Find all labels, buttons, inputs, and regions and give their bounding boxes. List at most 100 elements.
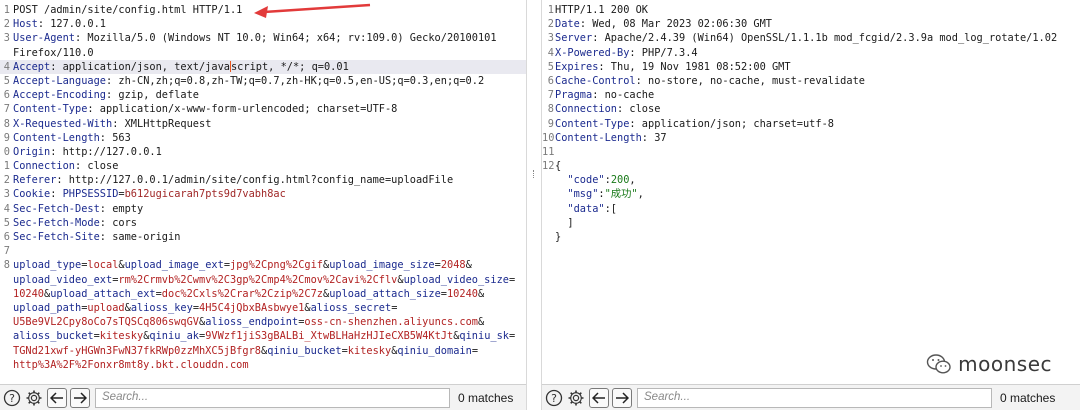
line-number: 12 — [542, 160, 555, 173]
editor-line[interactable]: 5 Expires: Thu, 19 Nov 1981 08:52:00 GMT — [542, 60, 1080, 74]
token: Firefox/110.0 — [13, 46, 94, 59]
token: U5Be9VL2Cpy8oCo7sTQSCq806swqGV — [13, 316, 199, 329]
editor-line[interactable]: 3 Cookie: PHPSESSID=b612ugicarah7pts9d7va… — [0, 187, 526, 201]
token: alioss_endpoint — [205, 316, 299, 329]
editor-line[interactable]: 9 Content-Type: application/json; charset… — [542, 117, 1080, 131]
help-icon[interactable]: ? — [2, 388, 22, 408]
token: Accept-Language — [13, 74, 106, 87]
line-text: Accept-Encoding: gzip, deflate — [13, 88, 199, 102]
next-match-button[interactable] — [612, 387, 632, 408]
previous-match-button[interactable] — [589, 387, 609, 408]
token: Host — [13, 18, 38, 31]
token: upload_video_ext — [13, 273, 113, 286]
editor-line[interactable]: 5 Accept-Language: zh-CN,zh;q=0.8,zh-TW;q… — [0, 74, 526, 88]
line-text: Host: 127.0.0.1 — [13, 17, 106, 31]
editor-line[interactable]: Firefox/110.0 — [0, 46, 526, 60]
token: Content-Type — [555, 117, 630, 130]
line-number: 4 — [547, 46, 554, 59]
response-search-input[interactable]: Search... — [637, 387, 992, 408]
token: script, */*; q=0.01 — [230, 60, 349, 73]
token: : Thu, 19 Nov 1981 08:52:00 GMT — [598, 60, 791, 73]
token: Origin — [13, 145, 51, 158]
editor-line[interactable]: 1 Connection: close — [0, 159, 526, 173]
line-text: { — [555, 159, 561, 173]
token: : Wed, 08 Mar 2023 02:06:30 GMT — [579, 18, 772, 31]
editor-line[interactable]: 3 User-Agent: Mozilla/5.0 (Windows NT 10.… — [0, 31, 526, 45]
next-match-button[interactable] — [70, 387, 90, 408]
editor-line[interactable]: http%3A%2F%2Fonxr8mt8y.bkt.clouddn.com — [0, 358, 526, 372]
line-text: Expires: Thu, 19 Nov 1981 08:52:00 GMT — [555, 60, 791, 74]
token: ] — [555, 216, 574, 229]
editor-line[interactable]: } — [542, 230, 1080, 244]
line-text: X-Requested-With: XMLHttpRequest — [13, 117, 211, 131]
settings-gear-icon[interactable] — [566, 388, 586, 408]
splitter-grip-icon[interactable] — [533, 170, 535, 178]
editor-line[interactable]: 6 Accept-Encoding: gzip, deflate — [0, 88, 526, 102]
token: 9VWzf1jiS3gBALBi_XtwBLHaHzHJIeCXB5W4KtJt — [205, 330, 454, 343]
token: Server — [555, 32, 593, 45]
editor-line[interactable]: 6 Sec-Fetch-Site: same-origin — [0, 230, 526, 244]
editor-line[interactable]: 3 Server: Apache/2.4.39 (Win64) OpenSSL/1… — [542, 31, 1080, 45]
editor-line[interactable]: 7 — [0, 244, 526, 258]
settings-gear-icon[interactable] — [24, 388, 44, 408]
editor-line[interactable]: "code":200, — [542, 173, 1080, 187]
token: Content-Length — [13, 131, 100, 144]
editor-line[interactable]: 10 Content-Length: 37 — [542, 131, 1080, 145]
token: Connection — [13, 160, 75, 173]
editor-line[interactable]: 11 — [542, 145, 1080, 159]
token: alioss_key — [130, 301, 193, 314]
editor-line[interactable]: 2 Date: Wed, 08 Mar 2023 02:06:30 GMT — [542, 17, 1080, 31]
request-lines: 1 POST /admin/site/config.html HTTP/1.1 2 H… — [0, 3, 526, 372]
editor-line[interactable]: 10240&upload_attach_ext=doc%2Cxls%2Crar%… — [0, 287, 526, 301]
editor-line[interactable]: 1 HTTP/1.1 200 OK — [542, 3, 1080, 17]
help-icon[interactable]: ? — [544, 388, 564, 408]
response-editor[interactable]: 1 HTTP/1.1 200 OK 2 Date: Wed, 08 Mar 2023 … — [542, 0, 1080, 384]
line-text: HTTP/1.1 200 OK — [555, 3, 648, 17]
editor-line[interactable]: 4 Sec-Fetch-Dest: empty — [0, 202, 526, 216]
editor-line[interactable]: 8 Connection: close — [542, 102, 1080, 116]
request-search-input[interactable]: Search... — [95, 387, 450, 408]
token: qiniu_ak — [149, 330, 200, 343]
token: upload_image_size — [329, 259, 435, 272]
line-number: 2 — [547, 18, 554, 31]
editor-line[interactable]: 6 Cache-Control: no-store, no-cache, must… — [542, 74, 1080, 88]
editor-line[interactable]: 7 Pragma: no-cache — [542, 88, 1080, 102]
editor-line[interactable]: 0 Origin: http://127.0.0.1 — [0, 145, 526, 159]
token: upload_attach_size — [329, 287, 441, 300]
line-text: Content-Type: application/x-www-form-url… — [13, 102, 397, 116]
editor-line[interactable]: 8 X-Requested-With: XMLHttpRequest — [0, 117, 526, 131]
editor-line[interactable]: 12{ — [542, 159, 1080, 173]
token: kitesky — [347, 344, 392, 357]
token: X-Powered-By — [555, 46, 630, 59]
editor-line[interactable]: 4 Accept: application/json, text/javascri… — [0, 59, 526, 74]
editor-line[interactable]: alioss_bucket=kitesky&qiniu_ak=9VWzf1jiS… — [0, 329, 526, 343]
previous-match-button[interactable] — [47, 387, 67, 408]
pane-splitter[interactable] — [526, 0, 542, 410]
token: upload_type — [13, 259, 82, 272]
editor-line[interactable]: 5 Sec-Fetch-Mode: cors — [0, 216, 526, 230]
line-number: 3 — [3, 188, 10, 201]
token: Cache-Control — [555, 74, 636, 87]
editor-line[interactable]: TGNd21xwf-yHGWn3FwN37fkRWp0zzMhXC5jBfgr8… — [0, 344, 526, 358]
editor-line[interactable]: 8 upload_type=local&upload_image_ext=jpg%… — [0, 258, 526, 272]
line-text: Referer: http://127.0.0.1/admin/site/con… — [13, 173, 453, 187]
line-number: 6 — [547, 74, 554, 87]
line-text: upload_type=local&upload_image_ext=jpg%2… — [13, 258, 472, 272]
editor-line[interactable]: ] — [542, 216, 1080, 230]
editor-line[interactable]: "msg":"成功", — [542, 187, 1080, 201]
editor-line[interactable]: "data":[ — [542, 202, 1080, 216]
editor-line[interactable]: upload_path=upload&alioss_key=4H5C4jQbxB… — [0, 301, 526, 315]
editor-line[interactable]: 7 Content-Type: application/x-www-form-ur… — [0, 102, 526, 116]
editor-line[interactable]: 4 X-Powered-By: PHP/7.3.4 — [542, 46, 1080, 60]
line-text: Content-Length: 37 — [555, 131, 667, 145]
line-text: Sec-Fetch-Mode: cors — [13, 216, 137, 230]
token: , — [629, 174, 636, 187]
editor-line[interactable]: 2 Referer: http://127.0.0.1/admin/site/co… — [0, 173, 526, 187]
token: rm%2Crmvb%2Cwmv%2C3gp%2Cmp4%2Cmov%2Cavi%… — [118, 273, 398, 286]
editor-line[interactable]: upload_video_ext = rm%2Crmvb%2Cwmv%2C3gp%2… — [0, 273, 526, 287]
editor-line[interactable]: U5Be9VL2Cpy8oCo7sTQSCq806swqGV & alioss_en… — [0, 315, 526, 329]
token: X-Requested-With — [13, 117, 113, 130]
line-text: Accept: application/json, text/javascrip… — [13, 60, 349, 74]
request-editor[interactable]: 1 POST /admin/site/config.html HTTP/1.1 2 H… — [0, 0, 526, 384]
editor-line[interactable]: 9 Content-Length: 563 — [0, 131, 526, 145]
